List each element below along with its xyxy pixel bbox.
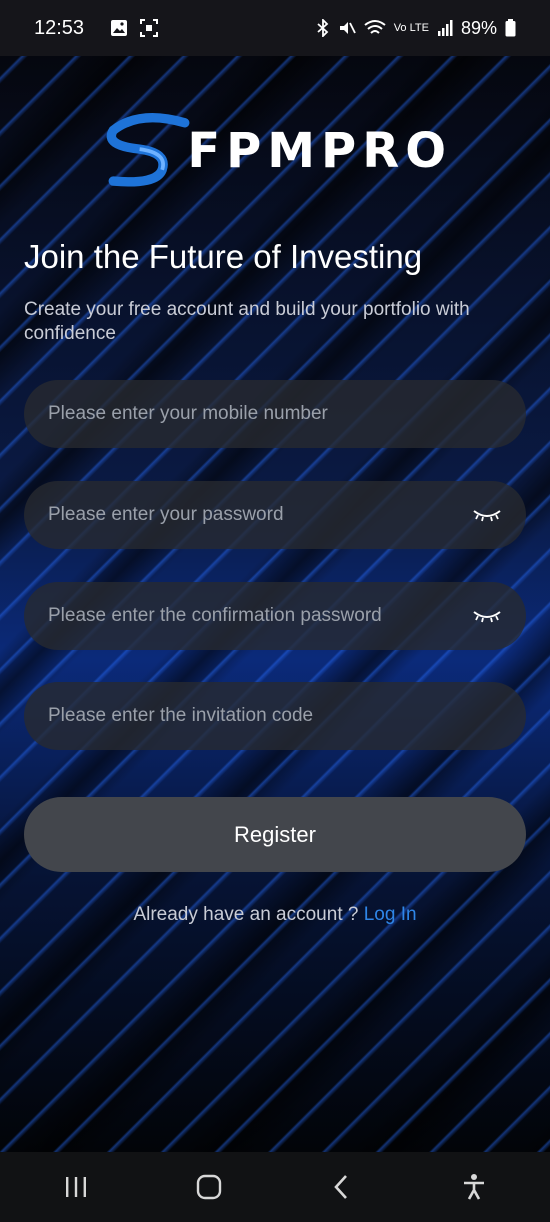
bluetooth-icon <box>317 19 329 37</box>
confirm-password-field[interactable]: Please enter the confirmation password <box>24 582 526 650</box>
battery-percent: 89% <box>460 17 497 38</box>
password-placeholder: Please enter your password <box>48 504 284 525</box>
invitation-code-placeholder: Please enter the invitation code <box>48 705 314 726</box>
home-button[interactable] <box>179 1157 239 1217</box>
password-field[interactable]: Please enter your password <box>24 481 526 549</box>
system-nav-bar <box>0 1152 550 1222</box>
page-title: Join the Future of Investing <box>24 238 423 275</box>
home-icon <box>196 1174 221 1200</box>
recent-apps-button[interactable] <box>46 1157 106 1217</box>
mute-icon <box>339 22 356 34</box>
screenshot-icon <box>140 19 159 37</box>
wifi-icon <box>364 20 386 34</box>
logo-mark-icon <box>106 113 190 187</box>
recent-apps-icon <box>66 1177 87 1197</box>
status-time: 12:53 <box>34 16 85 39</box>
back-button[interactable] <box>311 1157 371 1217</box>
eye-closed-icon[interactable] <box>472 607 502 625</box>
invitation-code-field[interactable]: Please enter the invitation code <box>24 682 526 750</box>
page-subtitle: Create your free account and build your … <box>24 299 470 344</box>
status-left: 12:53 <box>34 16 159 40</box>
login-link[interactable]: Log In <box>364 904 417 925</box>
gallery-icon <box>111 20 128 36</box>
signal-icon <box>437 20 453 36</box>
eye-closed-icon[interactable] <box>472 506 502 524</box>
confirm-password-placeholder: Please enter the confirmation password <box>48 605 382 626</box>
register-button[interactable]: Register <box>24 797 526 872</box>
accessibility-button[interactable] <box>444 1157 504 1217</box>
login-prompt: Already have an account ? Log In <box>0 904 550 926</box>
login-prompt-text: Already have an account ? <box>133 904 364 925</box>
status-bar: 12:53 Vo LTE 89% <box>0 0 550 56</box>
accessibility-icon <box>463 1174 484 1200</box>
mobile-number-placeholder: Please enter your mobile number <box>48 403 328 424</box>
back-icon <box>334 1175 348 1199</box>
battery-icon <box>505 19 516 37</box>
register-screen: FPΜPRO Join the Future of Investing Crea… <box>0 56 550 1152</box>
logo-text: FPΜPRO <box>187 123 452 179</box>
status-right: Vo LTE 89% <box>316 18 516 39</box>
network-type: Vo LTE <box>393 22 429 34</box>
logo: FPΜPRO <box>102 106 452 196</box>
mobile-number-field[interactable]: Please enter your mobile number <box>24 380 526 448</box>
